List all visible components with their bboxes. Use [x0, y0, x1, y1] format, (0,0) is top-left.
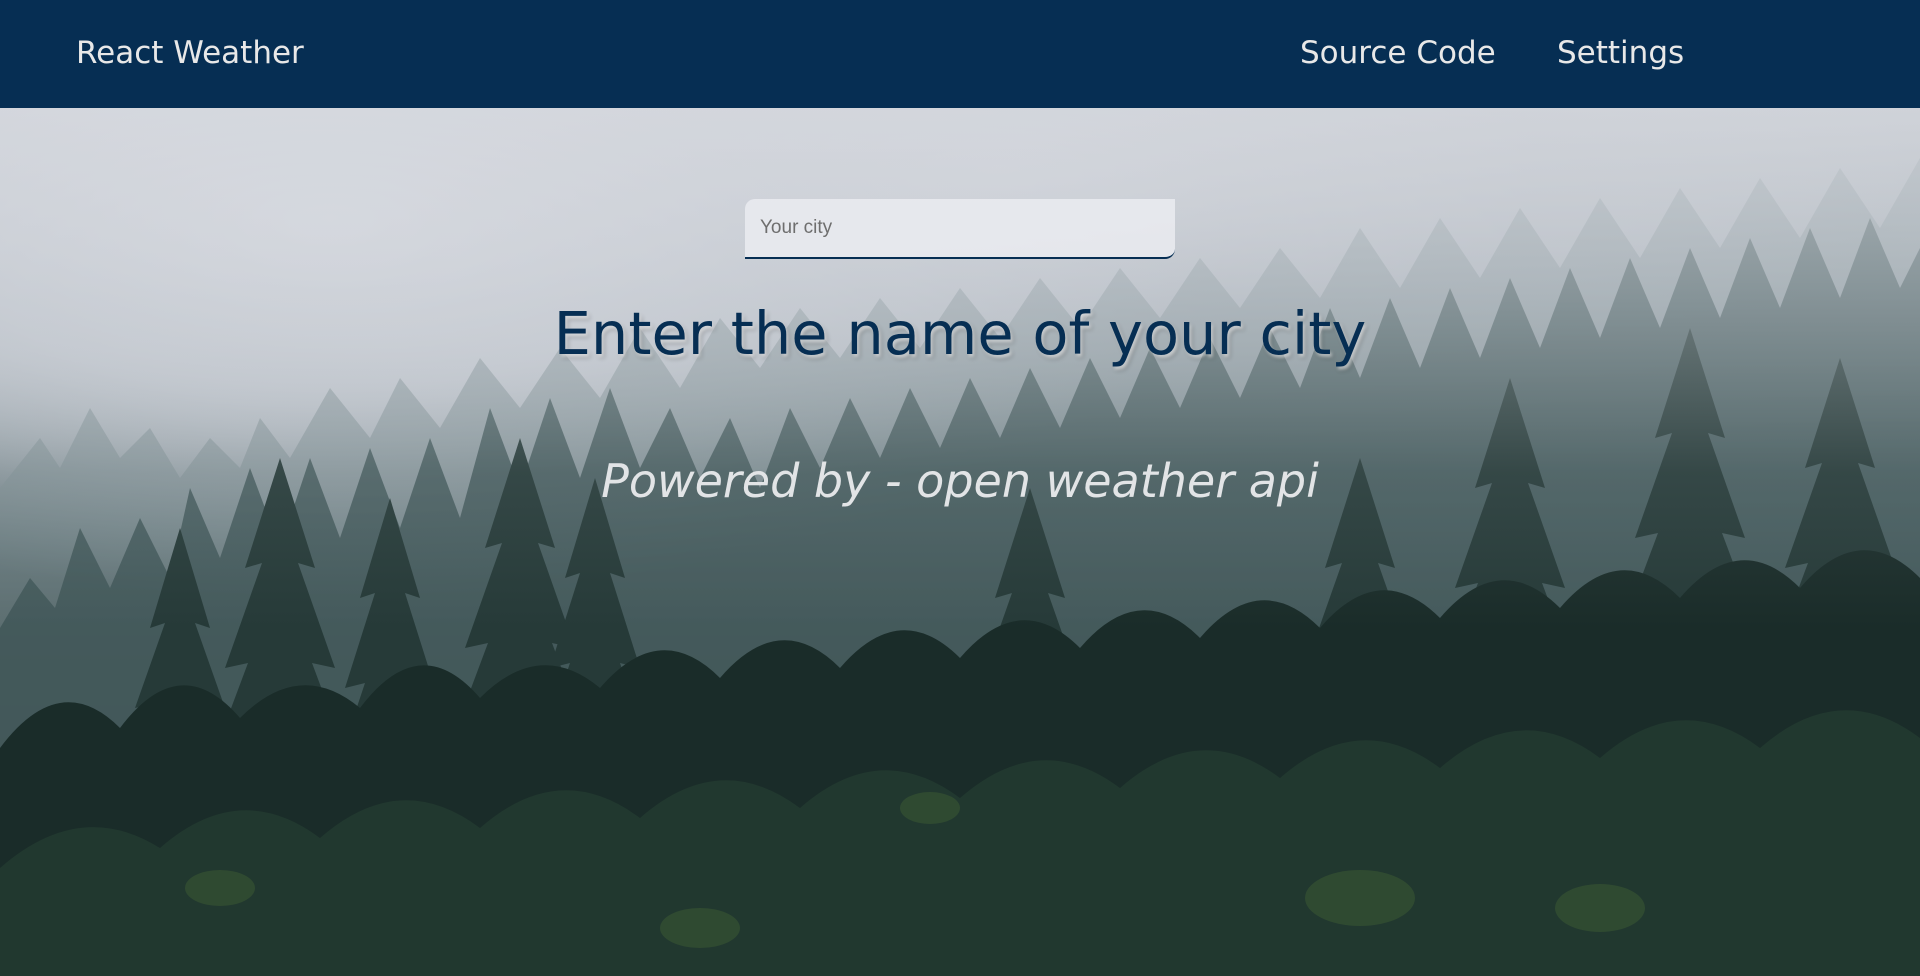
top-navbar: React Weather Source Code Settings	[0, 0, 1920, 108]
city-search-input[interactable]	[745, 199, 1175, 259]
powered-by-text: Powered by - open weather api	[601, 454, 1319, 508]
brand-link[interactable]: React Weather	[76, 33, 304, 73]
settings-link[interactable]: Settings	[1557, 33, 1684, 73]
enter-city-heading: Enter the name of your city	[553, 299, 1367, 368]
source-code-link[interactable]: Source Code	[1300, 33, 1496, 73]
